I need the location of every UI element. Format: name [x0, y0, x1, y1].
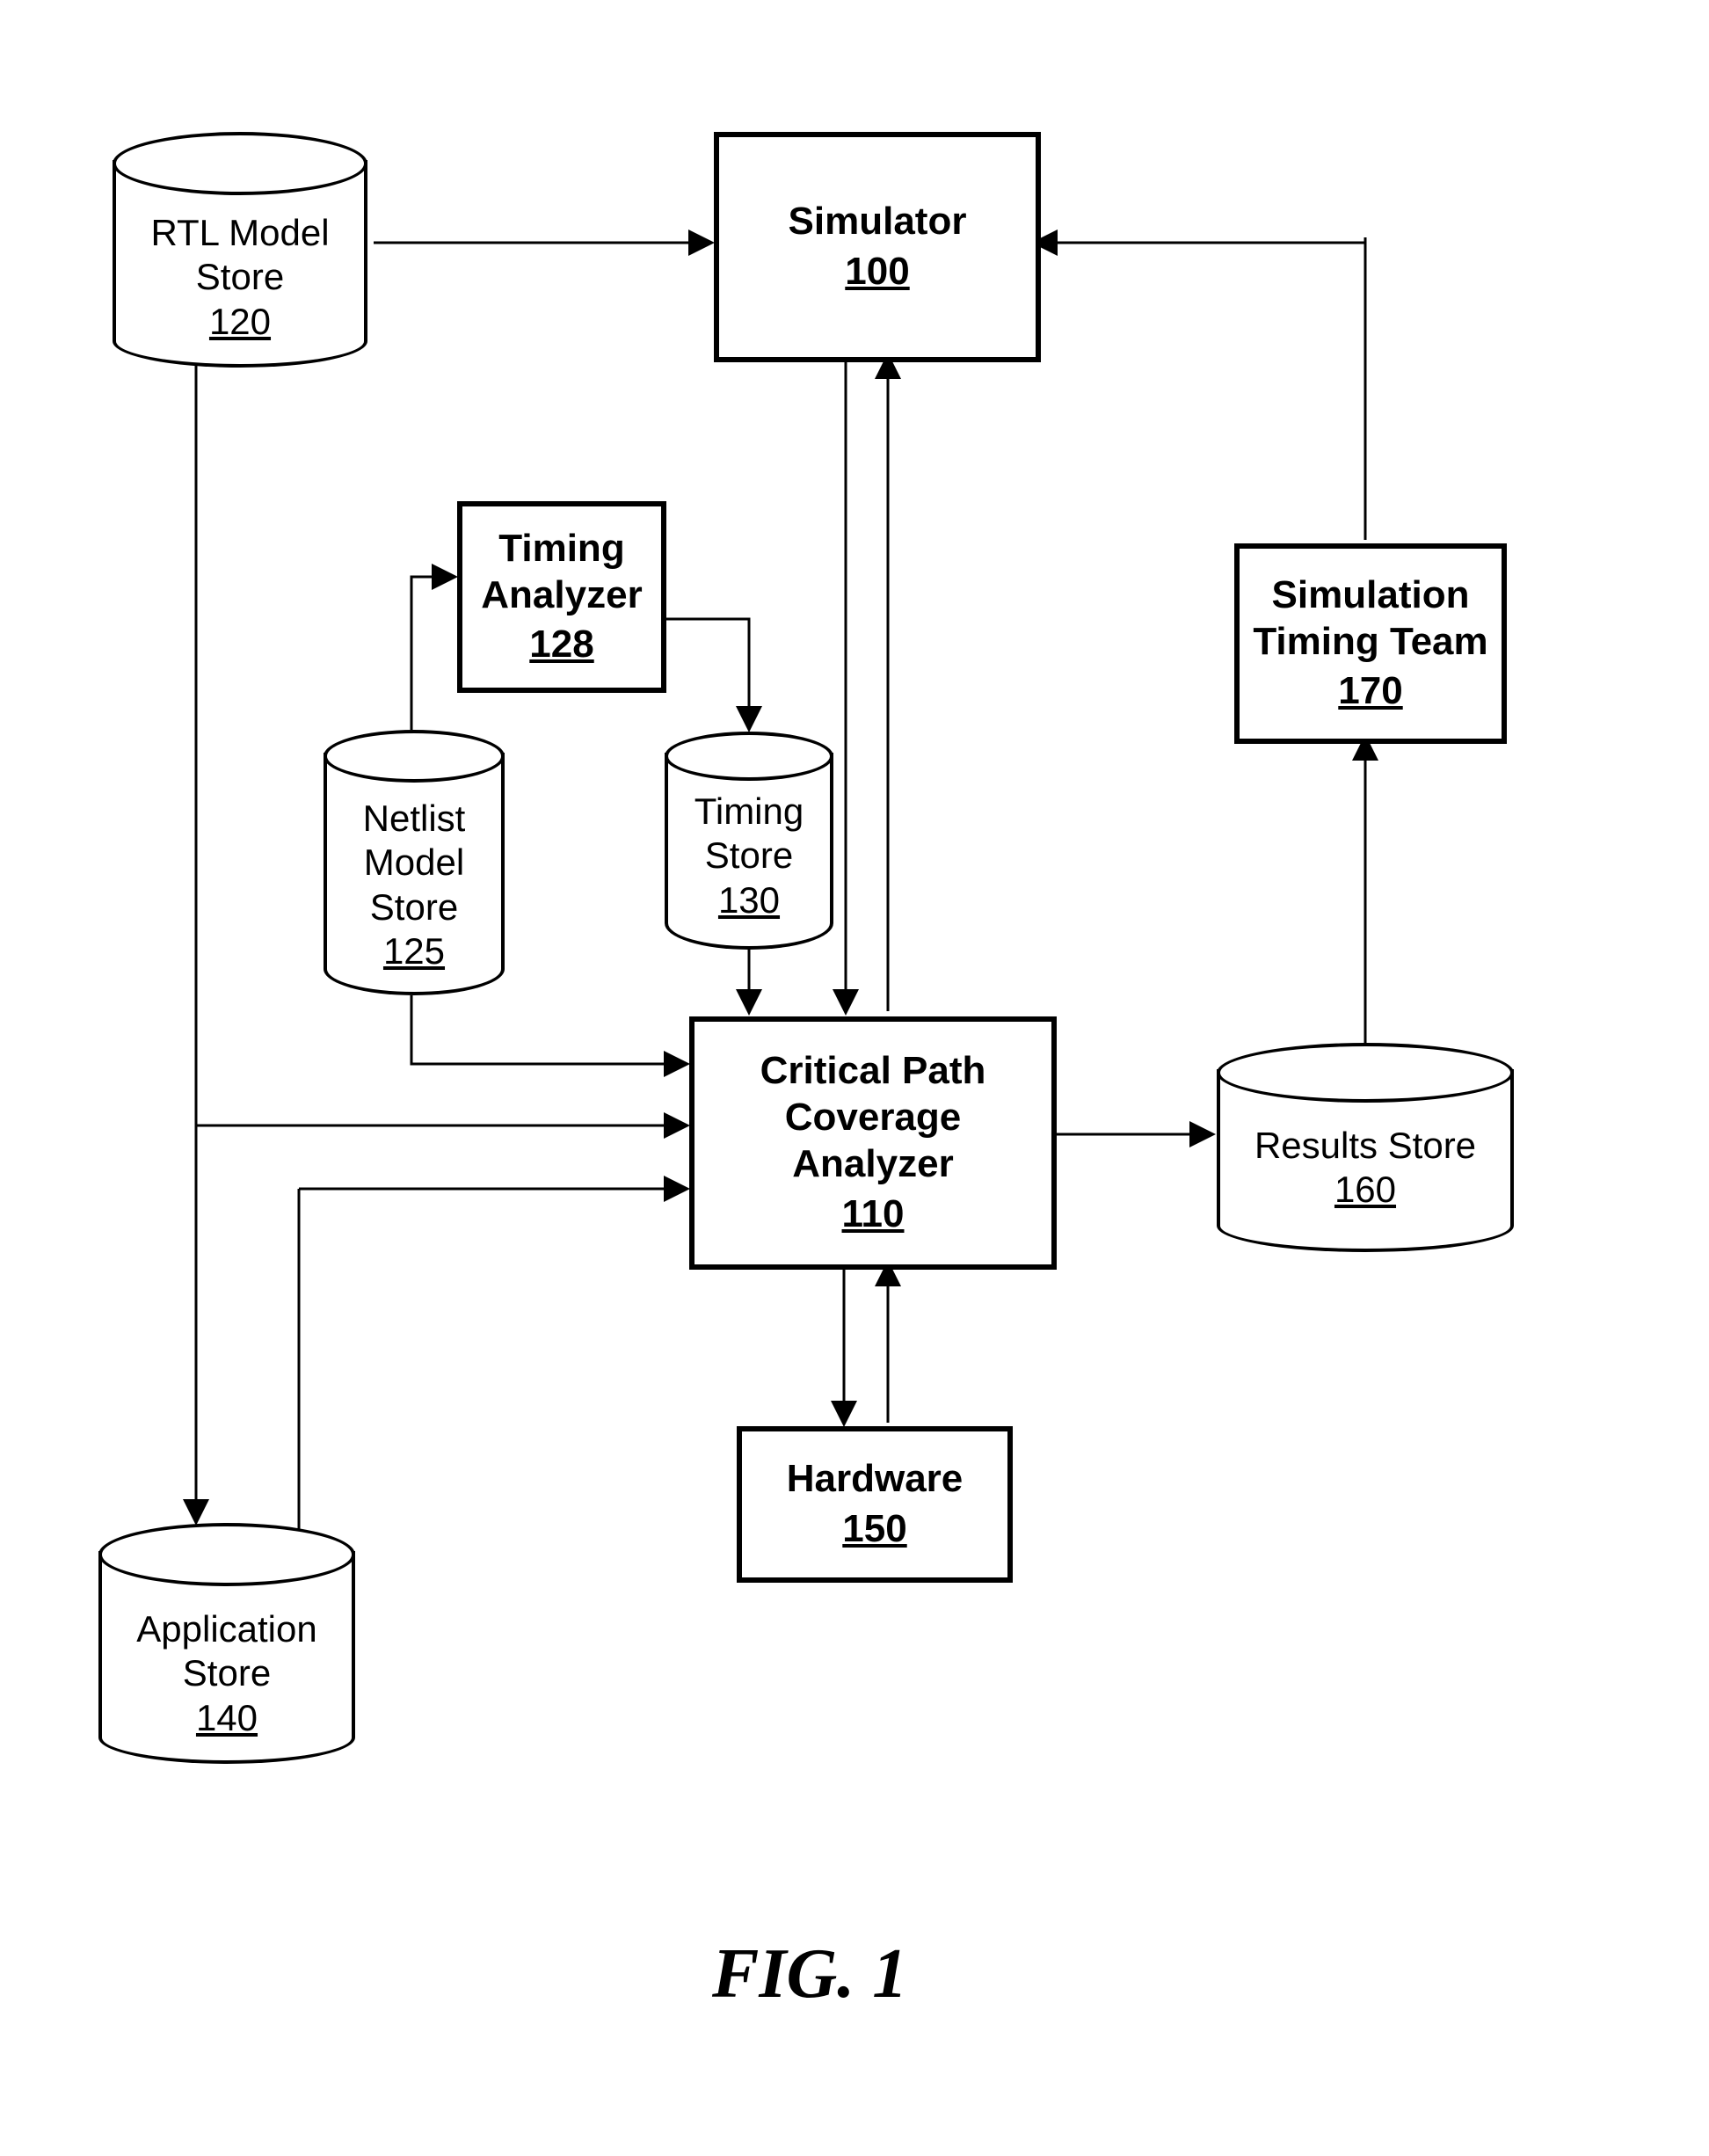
simulator-number: 100 — [845, 249, 909, 295]
hardware-title: Hardware — [787, 1456, 964, 1503]
hardware-box: Hardware 150 — [737, 1426, 1013, 1583]
netlist-title-3: Store — [324, 885, 505, 929]
cp-title-3: Analyzer — [792, 1141, 953, 1188]
timing-analyzer-number: 128 — [529, 622, 593, 668]
figure-label: FIG. 1 — [712, 1934, 907, 2014]
critical-path-box: Critical Path Coverage Analyzer 110 — [689, 1016, 1057, 1270]
diagram-canvas: Simulator 100 Timing Analyzer 128 Simula… — [0, 0, 1709, 2156]
application-store-cylinder: Application Store 140 — [98, 1523, 355, 1764]
cp-title-2: Coverage — [785, 1095, 962, 1141]
app-title-1: Application — [98, 1607, 355, 1651]
netlist-title-1: Netlist — [324, 797, 505, 841]
results-store-cylinder: Results Store 160 — [1217, 1043, 1514, 1252]
rtl-title-1: RTL Model — [113, 211, 367, 255]
netlist-model-store-cylinder: Netlist Model Store 125 — [324, 730, 505, 995]
simulation-timing-team-box: Simulation Timing Team 170 — [1234, 543, 1507, 744]
stt-title-2: Timing Team — [1253, 619, 1487, 666]
cp-title-1: Critical Path — [760, 1048, 986, 1095]
stt-number: 170 — [1338, 668, 1402, 715]
timing-store-number: 130 — [665, 878, 833, 922]
simulator-title: Simulator — [789, 199, 967, 245]
timing-store-title-2: Store — [665, 834, 833, 878]
stt-title-1: Simulation — [1272, 572, 1470, 619]
netlist-number: 125 — [324, 929, 505, 973]
timing-analyzer-title-1: Timing — [498, 526, 624, 572]
timing-store-title-1: Timing — [665, 790, 833, 834]
results-title-1: Results Store — [1217, 1124, 1514, 1168]
rtl-number: 120 — [113, 300, 367, 344]
netlist-title-2: Model — [324, 841, 505, 885]
rtl-model-store-cylinder: RTL Model Store 120 — [113, 132, 367, 368]
results-number: 160 — [1217, 1168, 1514, 1212]
timing-analyzer-box: Timing Analyzer 128 — [457, 501, 666, 693]
rtl-title-2: Store — [113, 255, 367, 299]
timing-analyzer-title-2: Analyzer — [481, 572, 642, 619]
hardware-number: 150 — [842, 1506, 906, 1553]
app-number: 140 — [98, 1696, 355, 1740]
app-title-2: Store — [98, 1651, 355, 1695]
timing-store-cylinder: Timing Store 130 — [665, 732, 833, 950]
simulator-box: Simulator 100 — [714, 132, 1041, 362]
cp-number: 110 — [842, 1191, 905, 1238]
